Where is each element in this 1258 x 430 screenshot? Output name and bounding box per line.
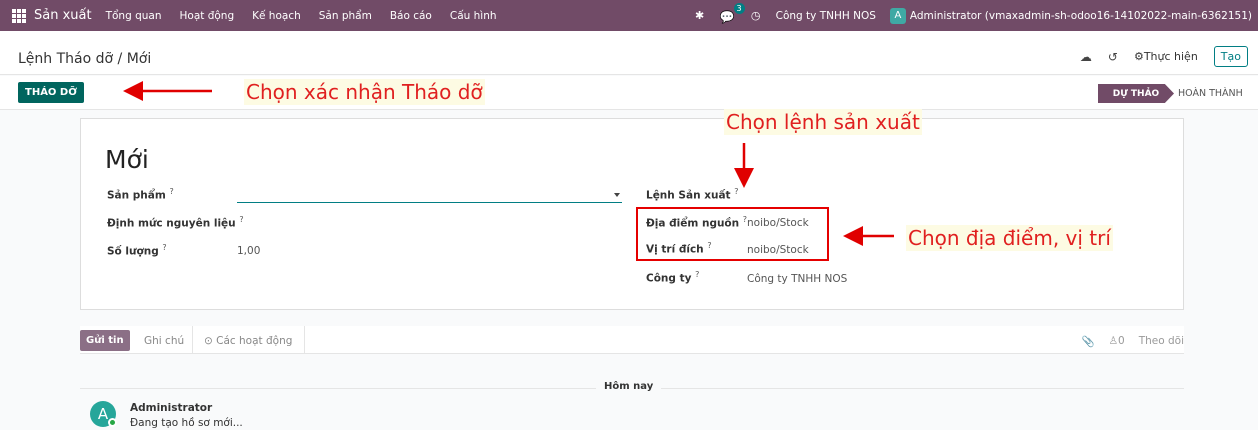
chatter-topbar: Gửi tin Ghi chú ⊙ Các hoạt động 📎 ♙0 The… <box>80 326 1184 354</box>
highlight-box <box>636 207 829 261</box>
activity-clock-icon[interactable]: ◷ <box>750 9 762 22</box>
company-label: Công ty ? <box>646 270 700 285</box>
state-done[interactable]: HOÀN THÀNH <box>1178 84 1243 103</box>
discuss-icon[interactable]: 💬 3 <box>720 2 745 24</box>
save-cloud-icon[interactable]: ☁ <box>1080 50 1092 64</box>
annotation-location: Chọn địa điểm, vị trí <box>906 225 1113 251</box>
user-menu[interactable]: A Administrator (vmaxadmin-sh-odoo16-141… <box>889 7 1252 24</box>
control-panel: Lệnh Tháo dỡ / Mới ☁ ↺ ⚙Thực hiện Tạo <box>0 31 1258 75</box>
menu-products[interactable]: Sản phẩm <box>319 10 372 22</box>
quantity-field[interactable]: 1,00 <box>237 245 260 257</box>
form-statusbar: THÁO DỠ DỰ THẢO HOÀN THÀNH <box>0 76 1258 110</box>
debug-icon[interactable]: ✱ <box>694 9 706 22</box>
annotation-confirm: Chọn xác nhận Tháo dỡ <box>244 79 485 105</box>
annotation-production-order: Chọn lệnh sản xuất <box>724 109 922 135</box>
user-name: Administrator (vmaxadmin-sh-odoo16-14102… <box>909 9 1252 22</box>
message-body: Đang tạo hồ sơ mới... <box>130 417 243 429</box>
main-menu: Tổng quan Hoạt động Kế hoạch Sản phẩm Bá… <box>106 10 497 22</box>
app-name[interactable]: Sản xuất <box>34 8 92 23</box>
log-note-tab[interactable]: Ghi chú <box>144 335 184 347</box>
menu-operations[interactable]: Hoạt động <box>180 10 235 22</box>
send-message-tab[interactable]: Gửi tin <box>80 330 130 351</box>
tab-divider <box>192 326 193 354</box>
bom-label: Định mức nguyên liệu ? <box>107 215 244 230</box>
control-actions: ☁ ↺ ⚙Thực hiện Tạo <box>1080 46 1248 67</box>
online-status-dot <box>108 418 117 427</box>
tab-divider <box>304 326 305 354</box>
action-menu-button[interactable]: ⚙Thực hiện <box>1134 50 1198 63</box>
product-field[interactable] <box>237 189 622 203</box>
day-label: Hôm nay <box>596 381 662 392</box>
record-title: Mới <box>105 145 149 174</box>
top-navbar: Sản xuất Tổng quan Hoạt động Kế hoạch Sả… <box>0 0 1258 31</box>
create-button[interactable]: Tạo <box>1213 46 1248 67</box>
discard-undo-icon[interactable]: ↺ <box>1108 50 1118 64</box>
message-author[interactable]: Administrator <box>130 402 212 414</box>
form-sheet: Mới Sản phẩm ? Định mức nguyên liệu ? Số… <box>80 118 1184 310</box>
navbar-systray: ✱ 💬 3 ◷ Công ty TNHH NOS A Administrator … <box>694 0 1252 31</box>
company-switcher[interactable]: Công ty TNHH NOS <box>776 10 876 22</box>
person-icon: ♙ <box>1108 335 1119 347</box>
menu-configuration[interactable]: Cấu hình <box>450 10 497 22</box>
dropdown-caret-icon[interactable] <box>614 193 620 197</box>
follow-button[interactable]: Theo dõi <box>1139 335 1184 348</box>
quantity-label: Số lượng ? <box>107 243 167 258</box>
dismantle-button[interactable]: THÁO DỠ <box>18 82 84 103</box>
followers-button[interactable]: ♙0 <box>1109 335 1125 348</box>
chatter-right-actions: 📎 ♙0 Theo dõi <box>1082 335 1184 348</box>
apps-menu-icon[interactable] <box>12 8 26 23</box>
company-field[interactable]: Công ty TNHH NOS <box>747 273 847 285</box>
attachment-icon[interactable]: 📎 <box>1082 335 1095 348</box>
product-label: Sản phẩm ? <box>107 187 174 202</box>
menu-planning[interactable]: Kế hoạch <box>252 10 301 22</box>
breadcrumb[interactable]: Lệnh Tháo dỡ / Mới <box>18 51 151 67</box>
menu-overview[interactable]: Tổng quan <box>106 10 162 22</box>
production-order-label: Lệnh Sản xuất ? <box>646 187 739 202</box>
activities-tab[interactable]: ⊙ Các hoạt động <box>204 335 292 347</box>
user-avatar: A <box>889 7 906 24</box>
state-draft[interactable]: DỰ THẢO <box>1098 84 1174 103</box>
chat-count-badge: 3 <box>733 2 745 14</box>
menu-reporting[interactable]: Báo cáo <box>390 10 432 22</box>
